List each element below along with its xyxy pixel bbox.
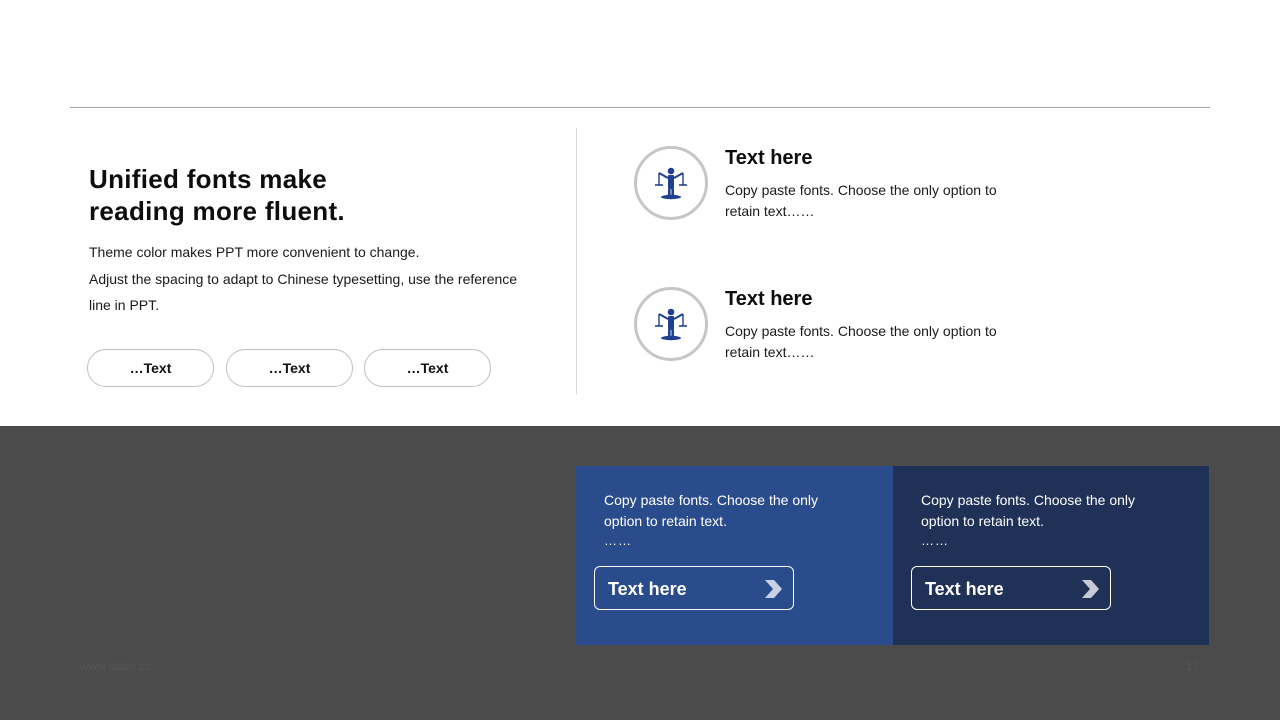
card-ellipsis: ……: [604, 533, 632, 548]
body-line-2: Adjust the spacing to adapt to Chinese t…: [89, 270, 518, 287]
card-text: Copy paste fonts. Choose the only option…: [604, 492, 819, 529]
card-ellipsis: ……: [921, 533, 949, 548]
footer-site: www.islide.cc: [80, 659, 152, 673]
feature-description: Copy paste fonts. Choose the only option…: [725, 323, 997, 360]
feature-title: Text here: [725, 288, 813, 310]
column-divider: [576, 128, 577, 394]
headline-line-1: Unified fonts make: [89, 164, 327, 194]
chevron-right-icon: [765, 580, 782, 598]
card-cta-button[interactable]: Text here: [911, 566, 1111, 610]
icon-circle: [634, 146, 708, 220]
chevron-right-icon: [1082, 580, 1099, 598]
pill-button-3[interactable]: …Text: [364, 349, 491, 387]
card-text: Copy paste fonts. Choose the only option…: [921, 492, 1136, 529]
body-line-3: line in PPT.: [89, 297, 160, 313]
justice-scales-icon: [655, 167, 687, 200]
card-cta-label: Text here: [925, 579, 1004, 599]
body-text: Theme color makes PPT more convenient to…: [89, 239, 539, 319]
body-line-1: Theme color makes PPT more convenient to…: [89, 244, 420, 260]
icon-circle: [634, 287, 708, 361]
card-navy: Copy paste fonts. Choose the only option…: [893, 466, 1209, 645]
top-divider: [70, 107, 1210, 108]
headline-line-2: reading more fluent.: [89, 196, 345, 226]
feature-description: Copy paste fonts. Choose the only option…: [725, 182, 997, 219]
page-number: 17: [1186, 659, 1200, 673]
card-blue: Copy paste fonts. Choose the only option…: [576, 466, 893, 645]
card-cta-label: Text here: [608, 579, 687, 599]
pill-button-2[interactable]: …Text: [226, 349, 353, 387]
feature-title: Text here: [725, 147, 813, 169]
headline: Unified fonts make reading more fluent.: [89, 163, 345, 227]
pill-button-1[interactable]: …Text: [87, 349, 214, 387]
justice-scales-icon: [655, 308, 687, 341]
card-cta-button[interactable]: Text here: [594, 566, 794, 610]
